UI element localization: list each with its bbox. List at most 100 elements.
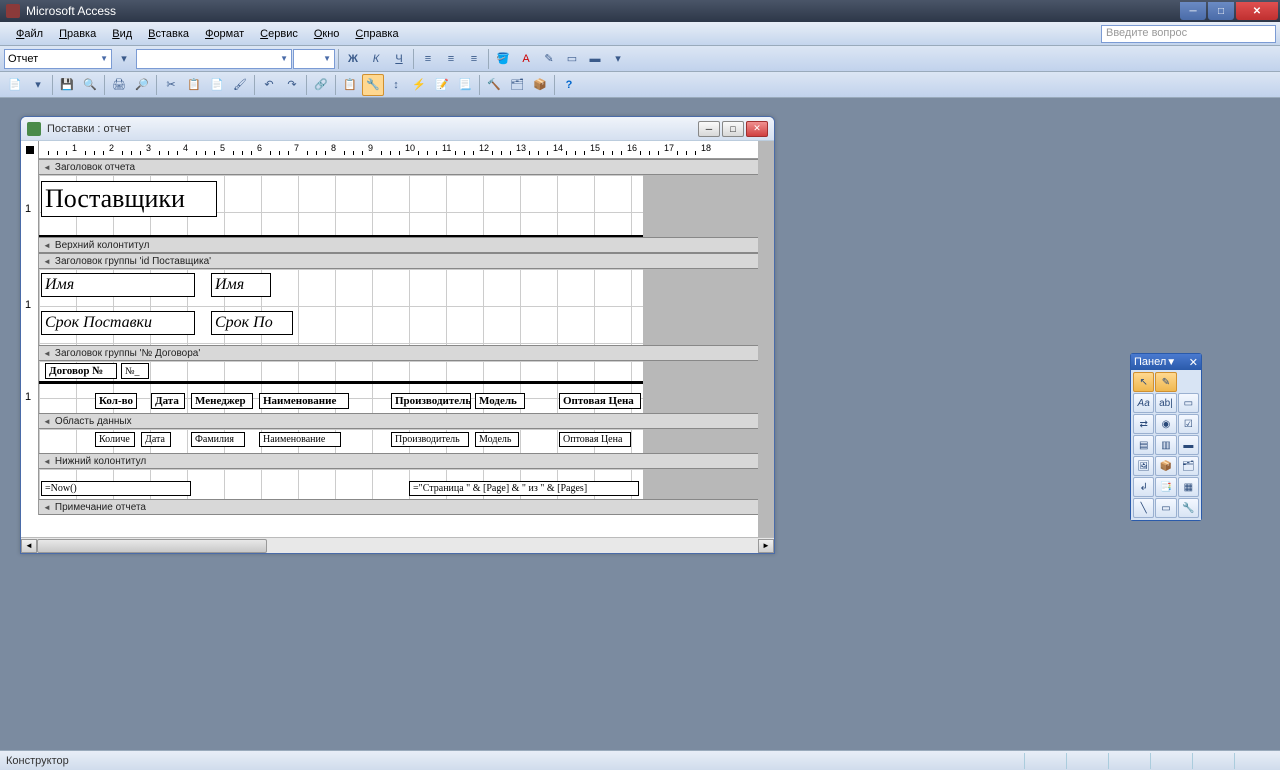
font-color-button[interactable]: A [515,48,537,70]
menu-format[interactable]: Формат [197,25,252,43]
fieldlist-button[interactable]: 📋 [339,74,361,96]
more-button[interactable]: ▾ [607,48,629,70]
save-button[interactable]: 💾 [56,74,78,96]
copy-button[interactable]: 📋 [183,74,205,96]
tool-tab[interactable]: 📑 [1155,477,1176,497]
srok-label[interactable]: Срок Поставки [41,311,195,335]
tool-bound[interactable]: 🗂 [1178,456,1199,476]
help-button[interactable]: ? [558,74,580,96]
dogovor-label[interactable]: Договор № [45,363,117,379]
scroll-right[interactable]: ► [758,539,774,553]
object-selector[interactable]: Отчет▼ [4,49,112,69]
vruler[interactable]: 1 [21,175,39,237]
design-surface[interactable]: Заголовок отчета 1 Поставщики Верхний ко… [21,159,774,537]
horizontal-ruler[interactable]: 123456789101112131415161718 [39,141,774,158]
section-report-header[interactable]: Заголовок отчета [39,159,774,175]
col-qty[interactable]: Кол-во [95,393,137,409]
dogovor-field[interactable]: №_ [121,363,149,379]
font-selector[interactable]: ▼ [136,49,292,69]
fld-model[interactable]: Модель [475,432,519,447]
menu-tools[interactable]: Сервис [252,25,306,43]
section-group2[interactable]: Заголовок группы '№ Договора' [39,345,774,361]
section-detail[interactable]: Область данных [39,413,774,429]
scroll-left[interactable]: ◄ [21,539,37,553]
undo-button[interactable]: ↶ [258,74,280,96]
col-price[interactable]: Оптовая Цена [559,393,641,409]
italic-button[interactable]: К [365,48,387,70]
section-group1[interactable]: Заголовок группы 'id Поставщика' [39,253,774,269]
name-field[interactable]: Имя [211,273,271,297]
line-color-button[interactable]: ✎ [538,48,560,70]
tool-list[interactable]: ▥ [1155,435,1176,455]
tool-button[interactable]: ▬ [1178,435,1199,455]
db-window-button[interactable]: 🗂 [506,74,528,96]
border-button[interactable]: ▭ [561,48,583,70]
code-button[interactable]: 📝 [431,74,453,96]
fld-name[interactable]: Наименование [259,432,341,447]
section-page-header[interactable]: Верхний колонтитул [39,237,774,253]
toolbox-close-icon[interactable]: ✕ [1189,356,1198,369]
align-right-button[interactable]: ≡ [463,48,485,70]
title-label[interactable]: Поставщики [41,181,217,217]
menu-help[interactable]: Справка [347,25,406,43]
tool-group[interactable]: ▭ [1178,393,1199,413]
tool-label[interactable]: Aa [1133,393,1154,413]
mdi-minimize[interactable]: ─ [698,121,720,137]
tool-textbox[interactable]: ab| [1155,393,1176,413]
section-report-footer[interactable]: Примечание отчета [39,499,774,515]
align-center-button[interactable]: ≡ [440,48,462,70]
tool-unbound[interactable]: 📦 [1155,456,1176,476]
menu-view[interactable]: Вид [104,25,140,43]
bold-button[interactable]: Ж [342,48,364,70]
col-prod[interactable]: Производитель [391,393,471,409]
tool-option[interactable]: ◉ [1155,414,1176,434]
redo-button[interactable]: ↷ [281,74,303,96]
paste-button[interactable]: 📄 [206,74,228,96]
toolbox-button[interactable]: 🔧 [362,74,384,96]
view-dd[interactable]: ▾ [27,74,49,96]
mdi-maximize[interactable]: □ [722,121,744,137]
special-effect-button[interactable]: ▬ [584,48,606,70]
tool-pointer[interactable]: ↖ [1133,372,1154,392]
col-date[interactable]: Дата [151,393,185,409]
vruler[interactable]: 1 [21,269,39,345]
view-button[interactable]: 📄 [4,74,26,96]
col-mgr[interactable]: Менеджер [191,393,253,409]
fill-color-button[interactable]: 🪣 [492,48,514,70]
print-button[interactable]: 🖨 [108,74,130,96]
tool-more[interactable]: 🔧 [1178,498,1199,518]
tool-combo[interactable]: ▤ [1133,435,1154,455]
pages-field[interactable]: ="Страница " & [Page] & " из " & [Pages] [409,481,639,496]
select-all-corner[interactable] [21,141,39,159]
hyperlink-button[interactable]: 🔗 [310,74,332,96]
fld-prod[interactable]: Производитель [391,432,469,447]
col-name[interactable]: Наименование [259,393,349,409]
minimize-button[interactable]: ─ [1180,2,1206,20]
tool-toggle[interactable]: ⇄ [1133,414,1154,434]
properties-button[interactable]: 📃 [454,74,476,96]
menu-file[interactable]: Файл [8,25,51,43]
scroll-thumb[interactable] [37,539,267,553]
size-selector[interactable]: ▼ [293,49,335,69]
fld-fam[interactable]: Фамилия [191,432,245,447]
mdi-close[interactable]: ✕ [746,121,768,137]
col-model[interactable]: Модель [475,393,525,409]
underline-button[interactable]: Ч [388,48,410,70]
tool-image[interactable]: 🖼 [1133,456,1154,476]
new-object-button[interactable]: 📦 [529,74,551,96]
fld-date[interactable]: Дата [141,432,171,447]
build-button[interactable]: 🔨 [483,74,505,96]
sorting-button[interactable]: ↕ [385,74,407,96]
maximize-button[interactable]: □ [1208,2,1234,20]
format-painter-button[interactable]: 🖌 [229,74,251,96]
fld-qty[interactable]: Количе [95,432,135,447]
close-button[interactable]: ✕ [1236,2,1278,20]
tool-subform[interactable]: ▦ [1178,477,1199,497]
tool-rect[interactable]: ▭ [1155,498,1176,518]
name-label[interactable]: Имя [41,273,195,297]
align-left-button[interactable]: ≡ [417,48,439,70]
srok-field[interactable]: Срок По [211,311,293,335]
toolbox-title[interactable]: Панел ▼✕ [1131,354,1201,370]
menu-window[interactable]: Окно [306,25,348,43]
menu-edit[interactable]: Правка [51,25,104,43]
